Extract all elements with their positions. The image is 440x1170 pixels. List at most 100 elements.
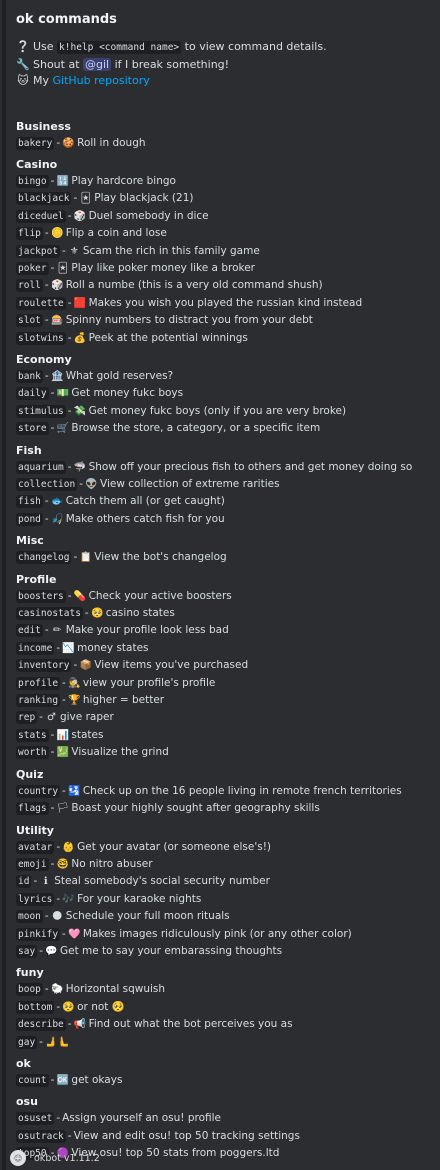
command-name: flags bbox=[16, 802, 49, 816]
command-row: jackpot - ⚜ Scam the rich in this family ga… bbox=[16, 243, 428, 260]
command-row: flip - 🪙 Flip a coin and lose bbox=[16, 225, 428, 242]
command-name: aquarium bbox=[16, 460, 66, 474]
command-row: rep - ♂ give raper bbox=[16, 709, 428, 726]
command-description: or not 🥺 bbox=[77, 1000, 125, 1013]
command-emoji-icon: ⚜ bbox=[69, 245, 79, 257]
command-description: Makes you wish you played the russian ki… bbox=[88, 296, 363, 309]
command-description: Show off your precious fish to others an… bbox=[88, 460, 413, 473]
command-name: osutrack bbox=[16, 1129, 66, 1143]
command-description: Check your active boosters bbox=[88, 589, 232, 602]
command-row: count - 🆗 get okays bbox=[16, 1072, 428, 1089]
command-description: Flip a coin and lose bbox=[65, 227, 167, 240]
command-emoji-icon: 🛂 bbox=[68, 785, 81, 797]
separator: - bbox=[67, 404, 72, 417]
separator: - bbox=[44, 512, 49, 525]
wrench-icon: 🔧 bbox=[16, 57, 30, 71]
command-emoji-icon: ✏ bbox=[52, 625, 62, 637]
separator: - bbox=[44, 369, 49, 382]
command-emoji-icon: 🎲 bbox=[50, 280, 64, 292]
separator: - bbox=[56, 840, 61, 853]
separator: - bbox=[56, 1000, 61, 1013]
separator: - bbox=[39, 1035, 43, 1048]
separator: - bbox=[50, 728, 55, 741]
separator: - bbox=[56, 641, 61, 654]
command-emoji-icon: 🆗 bbox=[56, 1074, 70, 1086]
command-row: casinostats - 🥺 casino states bbox=[16, 605, 428, 622]
command-description: View and edit osu! top 50 tracking setti… bbox=[73, 1129, 300, 1142]
separator: - bbox=[56, 1112, 61, 1125]
command-row: aquarium - 🦈 Show off your precious fish to… bbox=[16, 459, 428, 476]
command-description: view your profile's profile bbox=[82, 676, 216, 689]
intro-help-usage: ❔ Use k!help <command name> to view comma… bbox=[16, 39, 428, 57]
github-link[interactable]: GitHub repository bbox=[53, 74, 150, 87]
command-emoji-icon: 🐑 bbox=[50, 984, 64, 996]
command-description: Get money fukc boys (only if you are ver… bbox=[88, 404, 347, 417]
command-row: roll - 🎲 Roll a numbe (this is a very old c… bbox=[16, 277, 428, 294]
command-description: Get me to say your embarassing thoughts bbox=[59, 944, 283, 957]
command-description: View osu! top 50 stats from poggers.ltd bbox=[71, 1147, 280, 1160]
command-row: ranking - 🏆 higher = better bbox=[16, 692, 428, 709]
command-row: describe - 📢 Find out what the bot perceive… bbox=[16, 1016, 428, 1033]
command-row: pond - 🎣 Make others catch fish for you bbox=[16, 511, 428, 528]
command-description: casino states bbox=[105, 607, 175, 620]
section-title: osu bbox=[16, 1095, 38, 1109]
command-row: fish - 🐟 Catch them all (or get caught) bbox=[16, 493, 428, 510]
embed-footer: ☺ okbot v1.11.2 bbox=[10, 1150, 100, 1166]
command-name: bank bbox=[16, 369, 43, 383]
command-description: Boast your highly sought after geography… bbox=[71, 802, 320, 815]
command-row: income - 📉 money states bbox=[16, 640, 428, 657]
section-title: ok bbox=[16, 1056, 31, 1070]
separator: - bbox=[44, 910, 49, 923]
section-title: Profile bbox=[16, 572, 57, 586]
command-description: No nitro abuser bbox=[71, 857, 153, 870]
command-description: Assign yourself an osu! profile bbox=[62, 1112, 222, 1125]
question-icon: ❔ bbox=[16, 40, 30, 53]
help-embed: ok commands ❔ Use k!help <command name> t… bbox=[2, 0, 438, 1170]
section-title: funy bbox=[16, 966, 44, 980]
command-row: roulette - 🟥 Makes you wish you played the … bbox=[16, 295, 428, 312]
command-description: Make others catch fish for you bbox=[65, 512, 225, 525]
command-description: Spinny numbers to distract you from your… bbox=[65, 314, 313, 327]
separator: - bbox=[44, 227, 49, 240]
command-row: bakery - 🍪 Roll in dough bbox=[16, 135, 428, 152]
command-emoji-icon: ℹ bbox=[43, 876, 48, 888]
command-emoji-icon: 💵 bbox=[56, 388, 70, 400]
command-description: get okays bbox=[71, 1073, 123, 1086]
command-name: daily bbox=[16, 387, 49, 401]
command-name: pond bbox=[16, 512, 43, 526]
separator: - bbox=[44, 279, 49, 292]
command-name: changelog bbox=[16, 551, 72, 565]
command-row: store - 🛒 Browse the store, a category, or … bbox=[16, 420, 428, 437]
command-name: blackjack bbox=[16, 192, 72, 206]
separator: - bbox=[50, 261, 55, 274]
separator: - bbox=[67, 296, 72, 309]
command-description: Visualize the grind bbox=[71, 746, 169, 759]
command-name: stats bbox=[16, 728, 49, 742]
intro-text: to view command details. bbox=[181, 40, 327, 53]
command-row: pinkify - 🩷 Makes images ridiculously pink … bbox=[16, 926, 428, 943]
command-description: Horizontal sqwuish bbox=[65, 983, 166, 996]
command-name: roll bbox=[16, 279, 43, 293]
user-mention[interactable]: @gil bbox=[83, 57, 112, 71]
command-description: Roll a numbe (this is a very old command… bbox=[65, 279, 323, 292]
command-row: stats - 📊 states bbox=[16, 727, 428, 744]
help-command-code: k!help <command name> bbox=[57, 41, 182, 54]
command-row: lyrics - 🎶 For your karaoke nights bbox=[16, 891, 428, 908]
command-emoji-icon: 🎲 bbox=[73, 210, 87, 222]
intro-report-bugs: 🔧 Shout at @gil if I break something! bbox=[16, 57, 428, 74]
command-row: inventory - 📦 View items you've purchased bbox=[16, 657, 428, 674]
command-description: Catch them all (or get caught) bbox=[65, 495, 225, 508]
command-name: fish bbox=[16, 495, 43, 509]
command-emoji-icon: 🔢 bbox=[56, 175, 70, 187]
command-description: Schedule your full moon rituals bbox=[65, 910, 230, 923]
command-sections: Business bakery - 🍪 Roll in dough Casino bingo… bbox=[16, 119, 428, 1163]
section-title: Fish bbox=[16, 443, 42, 457]
command-emoji-icon: 🕵 bbox=[68, 677, 81, 689]
separator: - bbox=[79, 478, 83, 490]
separator: - bbox=[33, 875, 38, 888]
command-emoji-icon: 📋 bbox=[79, 552, 92, 564]
command-row: id - ℹ Steal somebody's social security num… bbox=[16, 873, 428, 890]
command-row: blackjack - 🃏 Play blackjack (21) bbox=[16, 190, 428, 207]
command-emoji-icon: 💊 bbox=[73, 590, 87, 602]
command-name: gay bbox=[16, 1035, 38, 1049]
